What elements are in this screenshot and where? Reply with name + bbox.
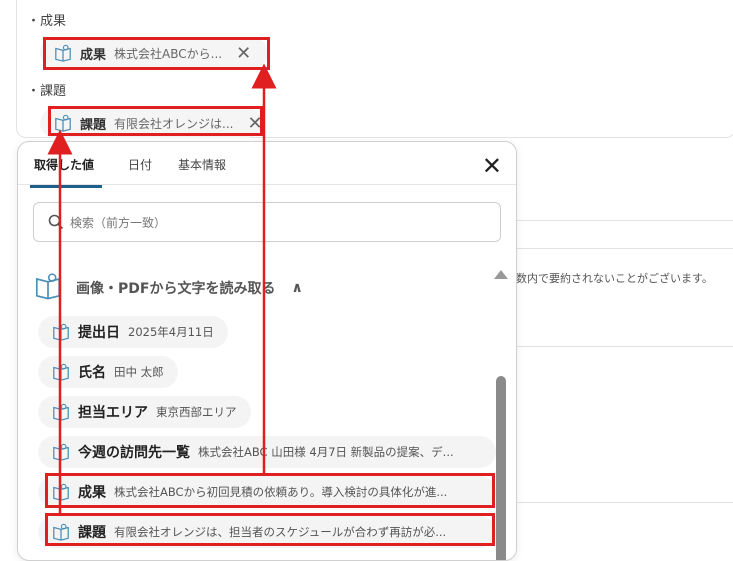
tabs-divider (18, 184, 516, 185)
list-item[interactable]: 氏名 田中 太郎 (38, 356, 178, 388)
book-icon (52, 483, 70, 501)
item-name: 今週の訪問先一覧 (78, 445, 190, 461)
scroll-up-arrow-icon[interactable] (494, 270, 508, 279)
list-item[interactable]: 担当エリア 東京西部エリア (38, 396, 251, 428)
chip-issue-name: 課題 (80, 117, 107, 133)
chip-result-value: 株式会社ABCから... (114, 46, 223, 61)
list-item[interactable]: 成果 株式会社ABCから初回見積の依頼あり。導入検討の具体化が進... (38, 476, 496, 508)
item-value: 株式会社ABCから初回見積の依頼あり。導入検討の具体化が進... (114, 485, 448, 499)
search-placeholder: 検索（前方一致） (70, 215, 167, 230)
list-item[interactable]: 今週の訪問先一覧 株式会社ABC 山田様 4月7日 新製品の提案、デ... (38, 436, 496, 468)
scrollbar[interactable] (494, 270, 508, 560)
item-value: 有限会社オレンジは、担当者のスケジュールが合わず再訪が必... (114, 525, 447, 539)
chip-issue[interactable]: 課題 有限会社オレンジは... ✕ (40, 108, 263, 138)
item-name: 提出日 (78, 325, 120, 341)
close-icon[interactable]: ✕ (482, 152, 502, 180)
book-icon (34, 272, 62, 304)
group-header[interactable]: 画像・PDFから文字を読み取る ∧ (34, 268, 494, 308)
chip-result-name: 成果 (80, 47, 107, 63)
chip-result[interactable]: 成果 株式会社ABCから... ✕ (40, 38, 268, 68)
list-item[interactable]: 提出日 2025年4月11日 (38, 316, 228, 348)
item-name: 成果 (78, 485, 106, 501)
item-name: 課題 (78, 525, 106, 541)
item-value: 田中 太郎 (114, 365, 164, 379)
chip-issue-value: 有限会社オレンジは... (114, 116, 234, 131)
book-icon (52, 443, 70, 461)
value-picker-popup: 取得した値 日付 基本情報 ✕ 検索（前方一致） 画像・PDFから文字を読み取る… (17, 141, 517, 561)
chevron-up-icon[interactable]: ∧ (291, 280, 302, 296)
list-item[interactable]: 課題 有限会社オレンジは、担当者のスケジュールが合わず再訪が必... (38, 516, 496, 548)
book-icon (54, 44, 72, 62)
item-name: 氏名 (78, 365, 106, 381)
item-value: 2025年4月11日 (128, 325, 214, 339)
divider (516, 502, 733, 503)
section-label-result: ・成果 (27, 14, 67, 29)
item-name: 担当エリア (78, 405, 148, 421)
search-input[interactable]: 検索（前方一致） (33, 202, 501, 242)
divider (516, 220, 733, 221)
item-value: 株式会社ABC 山田様 4月7日 新製品の提案、デ... (198, 445, 454, 459)
book-icon (54, 114, 72, 132)
right-note: 数内で要約されないことがございます。 (516, 272, 713, 285)
book-icon (52, 523, 70, 541)
book-icon (52, 403, 70, 421)
section-label-issue: ・課題 (27, 84, 67, 99)
search-icon (48, 214, 64, 230)
item-value: 東京西部エリア (156, 405, 237, 419)
divider (516, 248, 733, 249)
book-icon (52, 363, 70, 381)
chip-result-close-icon[interactable]: ✕ (236, 43, 251, 64)
group-title: 画像・PDFから文字を読み取る (76, 281, 276, 297)
book-icon (52, 323, 70, 341)
chip-issue-close-icon[interactable]: ✕ (247, 113, 262, 134)
divider (516, 346, 733, 347)
scrollbar-thumb[interactable] (496, 376, 506, 560)
